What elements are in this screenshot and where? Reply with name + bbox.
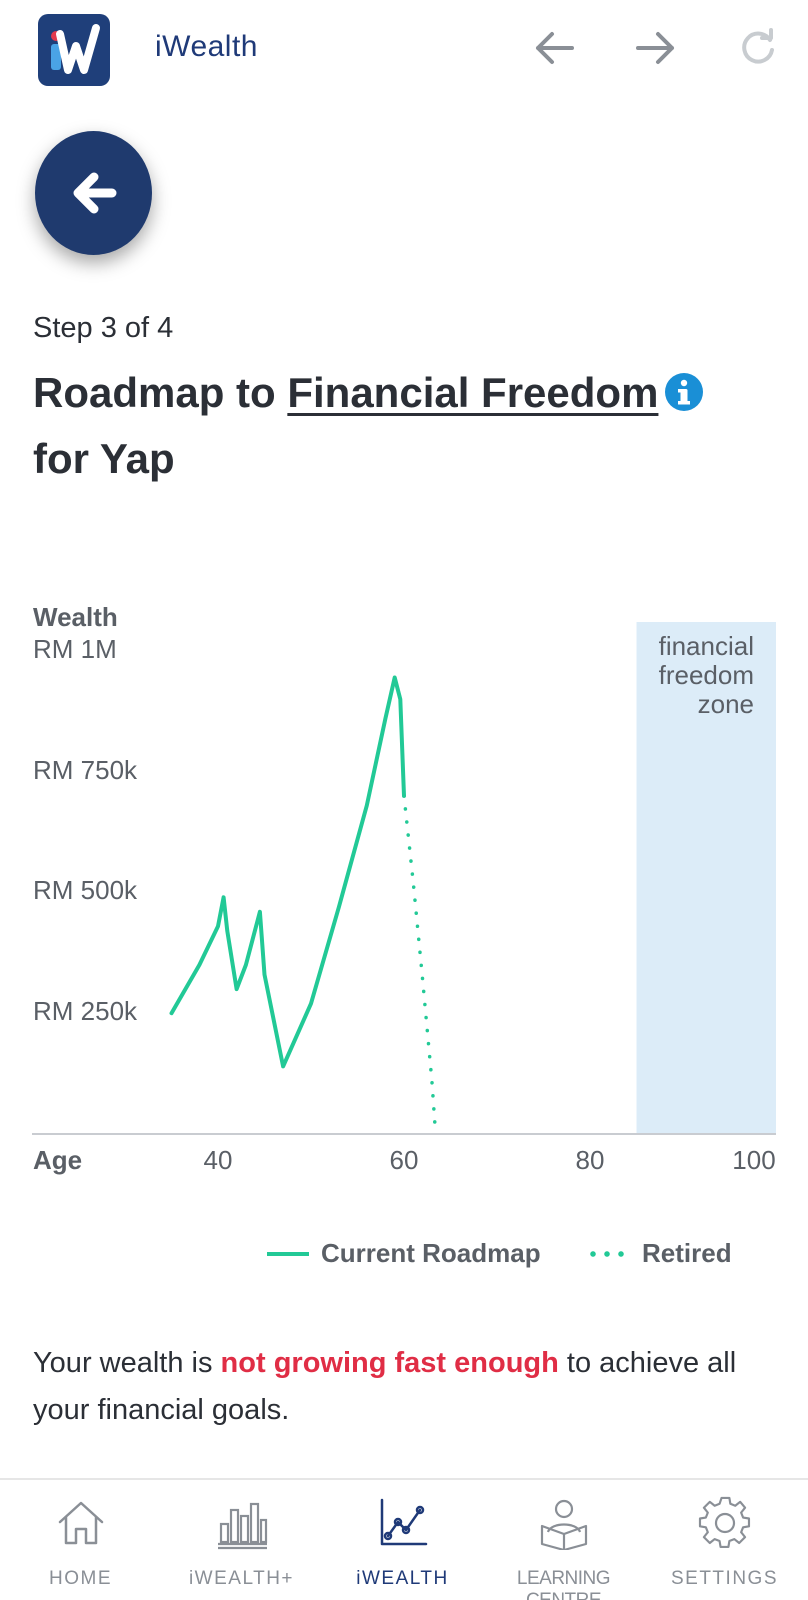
nav-iwealth-plus[interactable]: iWEALTH+	[161, 1480, 322, 1600]
x-tick-label: 80	[575, 1145, 605, 1175]
info-icon[interactable]	[664, 372, 704, 412]
nav-label: LEARNING CENTRE	[516, 1568, 611, 1600]
wealth-status-message: Your wealth is not growing fast enough t…	[33, 1340, 783, 1434]
wealth-roadmap-chart: Wealth Age RM 1M RM 750k RM 500k RM 250k…	[0, 590, 808, 1210]
home-icon	[58, 1501, 103, 1545]
nav-iwealth[interactable]: iWEALTH	[322, 1480, 483, 1600]
iwealth-logo	[38, 14, 110, 86]
legend-current-roadmap: Current Roadmap	[267, 1238, 541, 1269]
y-tick-label: RM 250k	[33, 996, 138, 1027]
x-tick-label: 60	[389, 1145, 419, 1175]
y-tick-label: RM 750k	[33, 754, 138, 785]
left-arrow-icon	[73, 172, 116, 214]
message-prefix: Your wealth is	[33, 1347, 221, 1379]
y-tick-label: RM 500k	[33, 875, 138, 906]
title-prefix: Roadmap to	[33, 369, 288, 416]
y-axis-title: Wealth	[33, 602, 118, 632]
legend-label: Current Roadmap	[321, 1238, 541, 1268]
x-tick-label: 40	[203, 1145, 233, 1175]
legend-label: Retired	[642, 1238, 732, 1268]
title-suffix: for Yap	[33, 435, 175, 482]
bar-chart-icon	[217, 1502, 267, 1550]
nav-learning-centre[interactable]: LEARNING CENTRE	[483, 1480, 644, 1600]
back-arrow-icon[interactable]	[530, 24, 578, 72]
step-indicator: Step 3 of 4	[33, 312, 174, 344]
x-tick-label: 100	[732, 1145, 776, 1175]
refresh-icon[interactable]	[734, 24, 782, 72]
line-chart-icon	[380, 1498, 427, 1546]
nav-label: SETTINGS	[670, 1568, 778, 1589]
message-warning: not growing fast enough	[220, 1347, 559, 1379]
x-axis-title: Age	[33, 1145, 83, 1175]
nav-label: HOME	[49, 1568, 112, 1589]
chart-legend: Current Roadmap Retired	[0, 1238, 808, 1278]
nav-home[interactable]: HOME	[0, 1480, 161, 1600]
financial-freedom-link[interactable]: Financial Freedom	[287, 369, 658, 416]
top-bar: iWealth	[0, 0, 808, 100]
nav-settings[interactable]: SETTINGS	[644, 1480, 805, 1600]
forward-arrow-icon[interactable]	[632, 24, 680, 72]
page-title: Roadmap to Financial Freedom for Yap	[33, 360, 773, 492]
gear-icon	[698, 1496, 750, 1548]
dotted-line-swatch	[586, 1250, 628, 1257]
solid-line-swatch	[267, 1251, 309, 1256]
reader-icon	[540, 1499, 587, 1550]
financial-freedom-zone-label: financial freedom zone	[658, 631, 754, 719]
nav-label: iWEALTH	[356, 1568, 449, 1589]
y-tick-label: RM 1M	[33, 633, 117, 664]
legend-retired: Retired	[586, 1238, 732, 1269]
series-line-current-roadmap	[169, 675, 406, 1069]
bottom-navigation: HOME iWEALTH+ iWEALTH LEARNING SETTINGS	[0, 1478, 808, 1600]
back-button[interactable]	[35, 131, 152, 255]
series-line-retired	[402, 794, 438, 1136]
app-title: iWealth	[155, 30, 258, 63]
nav-label: iWEALTH+	[188, 1568, 295, 1589]
